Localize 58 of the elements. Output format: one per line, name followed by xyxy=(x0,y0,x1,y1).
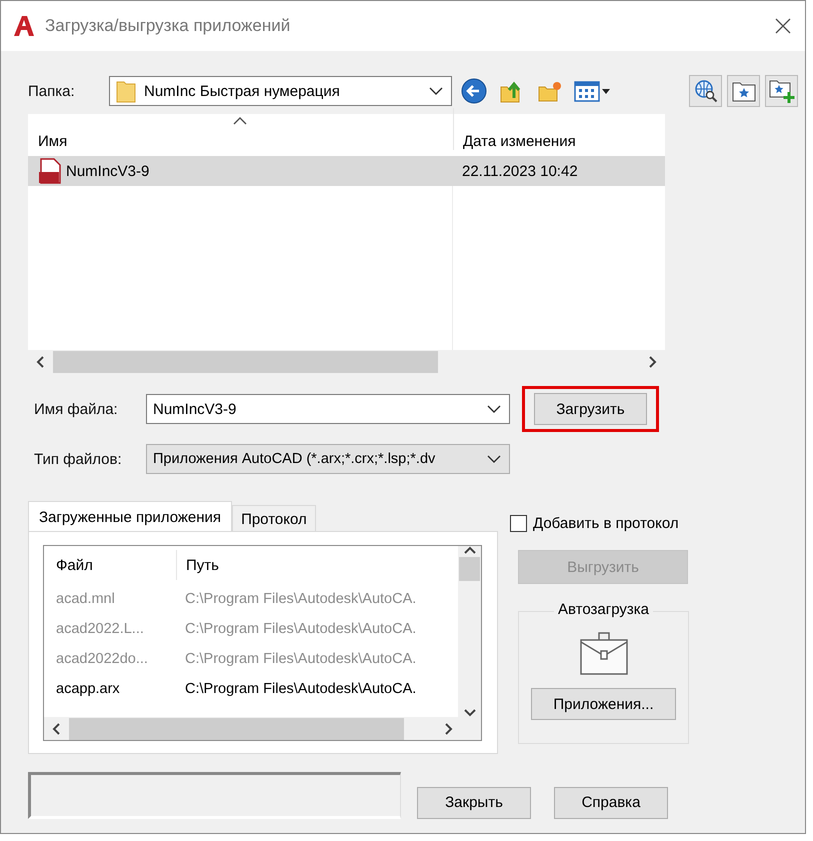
app-logo-icon xyxy=(13,15,35,37)
sort-ascending-icon xyxy=(233,117,247,125)
back-icon xyxy=(461,78,487,104)
scroll-left-icon[interactable] xyxy=(52,722,61,734)
applications-button[interactable]: Приложения... xyxy=(531,688,676,720)
scroll-down-icon[interactable] xyxy=(464,708,476,717)
app-file: acad2022do... xyxy=(55,651,149,667)
lisp-file-icon xyxy=(38,158,62,184)
checkbox-label: Добавить в протокол xyxy=(533,515,679,532)
checkbox[interactable] xyxy=(510,515,527,532)
scroll-right-icon[interactable] xyxy=(444,722,453,734)
folder-label: Папка: xyxy=(28,82,76,100)
scrollbar-thumb[interactable] xyxy=(69,718,404,740)
app-path: C:\Program Files\Autodesk\AutoCA. xyxy=(184,651,418,667)
file-name-label: Имя файла: xyxy=(33,400,119,418)
star-folder-plus-icon xyxy=(768,78,794,104)
chevron-down-icon xyxy=(429,87,443,95)
scrollbar-thumb[interactable] xyxy=(53,351,438,373)
file-name: NumIncV3-9 xyxy=(66,162,150,180)
app-path: C:\Program Files\Autodesk\AutoCA. xyxy=(184,621,418,637)
load-button[interactable]: Загрузить xyxy=(534,393,647,425)
scroll-up-icon[interactable] xyxy=(464,546,476,555)
folder-dropdown[interactable]: NumInc Быстрая нумерация xyxy=(109,76,452,106)
favorites-button[interactable] xyxy=(727,75,760,107)
chevron-down-icon xyxy=(487,455,501,463)
file-name-field[interactable]: NumIncV3-9 xyxy=(146,394,510,424)
column-header[interactable]: Имя xyxy=(28,133,453,150)
view-menu-icon xyxy=(574,80,612,102)
add-favorite-button[interactable] xyxy=(765,75,798,107)
file-row[interactable]: NumIncV3-9 22.11.2023 10:42 xyxy=(28,156,665,186)
new-folder-icon xyxy=(537,79,563,103)
group-title: Автозагрузка xyxy=(554,601,653,618)
dialog-button[interactable]: Справка xyxy=(554,786,668,818)
app-path: C:\Program Files\Autodesk\AutoCA. xyxy=(184,591,418,607)
dialog-button[interactable]: Закрыть xyxy=(417,786,531,818)
tab[interactable]: Протокол xyxy=(232,505,316,531)
file-type-dropdown[interactable]: Приложения AutoCAD (*.arx;*.crx;*.lsp;*.dv xyxy=(146,444,510,474)
close-icon[interactable] xyxy=(775,18,791,34)
app-file: acapp.arx xyxy=(55,681,121,697)
column-header[interactable]: Дата изменения xyxy=(453,108,665,150)
file-type-label: Тип файлов: xyxy=(33,450,123,468)
scroll-left-icon[interactable] xyxy=(36,356,45,368)
chevron-down-icon xyxy=(487,405,501,413)
tab[interactable]: Загруженные приложения xyxy=(28,501,232,531)
scrollbar-thumb[interactable] xyxy=(459,557,480,581)
app-file: acad.mnl xyxy=(55,591,116,607)
folder-icon xyxy=(116,79,136,103)
app-file: acad2022.L... xyxy=(55,621,145,637)
briefcase-icon xyxy=(578,632,628,676)
modified-date: 22.11.2023 10:42 xyxy=(461,162,579,180)
column-header[interactable]: Файл xyxy=(44,556,176,574)
window-title: Загрузка/выгрузка приложений xyxy=(45,16,292,36)
globe-search-icon xyxy=(694,79,718,103)
app-path: C:\Program Files\Autodesk\AutoCA. xyxy=(184,681,418,697)
web-search-button[interactable] xyxy=(689,75,722,107)
star-folder-icon xyxy=(732,80,756,102)
scroll-right-icon[interactable] xyxy=(648,356,657,368)
app-row[interactable]: acapp.arx C:\Program Files\Autodesk\AutoCA. xyxy=(44,674,458,704)
